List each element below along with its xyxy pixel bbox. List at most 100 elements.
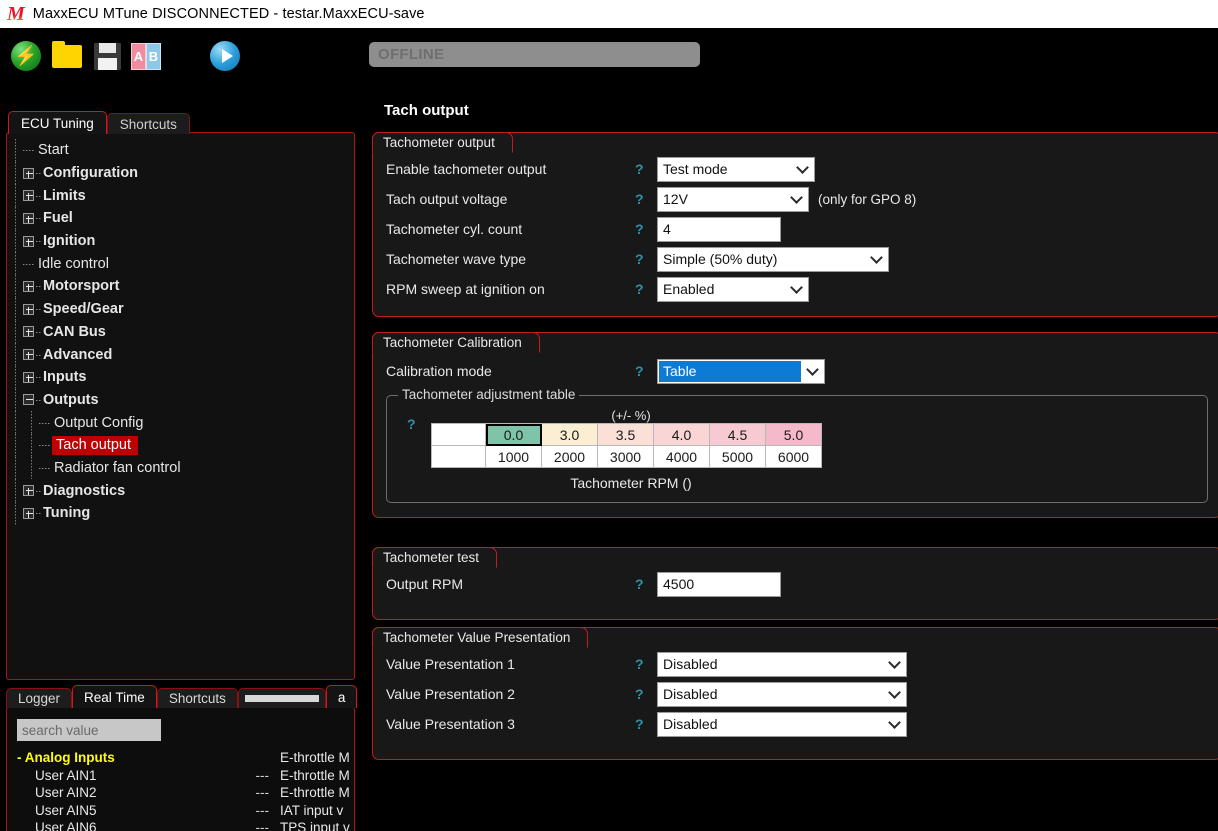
dock-tab-shortcuts[interactable]: Shortcuts: [156, 688, 238, 708]
calibration-mode-select[interactable]: Table: [657, 358, 825, 384]
field-help-icon[interactable]: ?: [635, 716, 657, 732]
adjustment-table-help-icon[interactable]: ?: [407, 416, 416, 432]
table-axis-cell[interactable]: 1000: [485, 445, 542, 468]
tree-item-fuel[interactable]: Fuel: [7, 207, 354, 230]
tree-item-diagnostics[interactable]: Diagnostics: [7, 479, 354, 502]
table-value-cell[interactable]: 5.0: [765, 423, 822, 446]
field-select[interactable]: Simple (50% duty): [657, 246, 889, 272]
tree-item-idle-control[interactable]: Idle control: [7, 252, 354, 275]
tree-item-ignition[interactable]: Ignition: [7, 229, 354, 253]
field-help-icon[interactable]: ?: [635, 191, 657, 207]
field-select[interactable]: 12V: [657, 186, 809, 212]
start-button[interactable]: [209, 40, 241, 72]
table-value-cell[interactable]: 4.0: [653, 423, 710, 446]
realtime-secondary-row[interactable]: E-throttle M: [280, 750, 354, 768]
realtime-row[interactable]: User AIN5 ---: [17, 803, 279, 821]
main-content-pane: OFFLINE Tach output Tachometer output En…: [362, 28, 1218, 831]
realtime-secondary-row[interactable]: IAT input v: [280, 803, 354, 821]
tab-ecu-tuning[interactable]: ECU Tuning: [8, 111, 107, 134]
dock-tab-logger[interactable]: Logger: [6, 688, 73, 708]
tachometer-test-caption: Tachometer test: [372, 547, 498, 568]
table-axis-cell[interactable]: 3000: [597, 445, 654, 468]
tree-item-limits[interactable]: Limits: [7, 184, 354, 207]
field-select[interactable]: Test mode: [657, 156, 815, 182]
open-file-button[interactable]: [51, 40, 83, 72]
dock-tab-a[interactable]: a: [325, 685, 358, 708]
tree-item-inputs[interactable]: Inputs: [7, 365, 354, 389]
tree-item-tuning[interactable]: Tuning: [7, 502, 354, 525]
tree-item-tach-output[interactable]: Tach output: [7, 433, 354, 457]
tree-item-advanced[interactable]: Advanced: [7, 343, 354, 366]
tree-expand-icon[interactable]: [23, 303, 34, 315]
field-help-icon[interactable]: ?: [635, 221, 657, 237]
field-row: Tach output voltage? 12V (only for GPO 8): [373, 184, 1218, 214]
tachometer-adjustment-table[interactable]: 0.0 3.0 3.5 4.0 4.5 5.0 1000 2000 3000 4000 5000 60…: [431, 423, 822, 468]
compare-button[interactable]: A B: [130, 40, 162, 72]
tree-item-radiator-fan-control[interactable]: Radiator fan control: [7, 456, 354, 480]
field-select[interactable]: Enabled: [657, 276, 809, 302]
dock-tab-real-time[interactable]: Real Time: [72, 685, 157, 708]
realtime-row[interactable]: User AIN1 ---: [17, 768, 279, 786]
tree-item-configuration[interactable]: Configuration: [7, 161, 354, 185]
table-value-cell[interactable]: 4.5: [709, 423, 766, 446]
field-label: Value Presentation 2: [386, 686, 515, 702]
tree-expand-icon[interactable]: [23, 485, 34, 497]
field-help-icon[interactable]: ?: [635, 686, 657, 702]
field-select[interactable]: Disabled: [657, 651, 907, 677]
dock-drag-handle[interactable]: [237, 688, 326, 708]
realtime-group-header[interactable]: - Analog Inputs: [17, 750, 279, 768]
realtime-secondary-row[interactable]: TPS input v: [280, 820, 354, 831]
tree-item-motorsport[interactable]: Motorsport: [7, 275, 354, 298]
table-units-label: (+/- %): [611, 408, 651, 423]
realtime-row[interactable]: User AIN6 ---: [17, 820, 279, 831]
field-select-wrap: Enabled: [657, 276, 809, 302]
tree-expand-icon[interactable]: [23, 371, 34, 383]
field-help-icon[interactable]: ?: [635, 576, 657, 592]
realtime-secondary-row[interactable]: E-throttle M: [280, 785, 354, 803]
tree-expand-icon[interactable]: [23, 280, 34, 292]
navigation-tree[interactable]: Start Configuration Limits Fuel Ignition Idle…: [6, 132, 355, 680]
table-axis-cell[interactable]: 6000: [765, 445, 822, 468]
table-axis-cell[interactable]: 4000: [653, 445, 710, 468]
connect-button[interactable]: ⚡: [10, 40, 42, 72]
field-help-icon[interactable]: ?: [635, 281, 657, 297]
field-input[interactable]: [657, 216, 781, 242]
field-help-icon[interactable]: ?: [635, 656, 657, 672]
field-input[interactable]: [657, 571, 781, 597]
tree-expand-icon[interactable]: [23, 507, 34, 519]
realtime-value-list[interactable]: - Analog Inputs User AIN1 --- User AIN2 --- U…: [17, 750, 279, 831]
tree-guide: [7, 433, 23, 457]
realtime-secondary-row[interactable]: E-throttle M: [280, 768, 354, 786]
search-input[interactable]: [17, 719, 161, 741]
table-value-cell[interactable]: 3.5: [597, 423, 654, 446]
drag-handle-icon[interactable]: [244, 695, 319, 702]
table-axis-cell[interactable]: 5000: [709, 445, 766, 468]
tree-item-can-bus[interactable]: CAN Bus: [7, 320, 354, 344]
window-title-bar: M MaxxECU MTune DISCONNECTED - testar.Ma…: [0, 0, 1218, 28]
tree-expand-icon[interactable]: [23, 212, 34, 224]
tree-item-start[interactable]: Start: [7, 139, 354, 162]
tree-item-output-config[interactable]: Output Config: [7, 411, 354, 434]
tree-expand-icon[interactable]: [23, 235, 34, 247]
tree-collapse-icon[interactable]: [23, 394, 34, 406]
tab-shortcuts[interactable]: Shortcuts: [106, 113, 190, 134]
tree-expand-icon[interactable]: [23, 190, 34, 202]
table-value-cell[interactable]: 3.0: [541, 423, 598, 446]
tree-item-speed-gear[interactable]: Speed/Gear: [7, 297, 354, 321]
save-file-button[interactable]: [91, 40, 123, 72]
calibration-mode-help-icon[interactable]: ?: [635, 363, 657, 379]
field-select[interactable]: Disabled: [657, 681, 907, 707]
table-axis-cell[interactable]: 2000: [541, 445, 598, 468]
field-select[interactable]: Disabled: [657, 711, 907, 737]
tree-expand-icon[interactable]: [23, 326, 34, 338]
realtime-row-name: User AIN1: [35, 767, 97, 783]
tree-expand-icon[interactable]: [23, 349, 34, 361]
field-help-icon[interactable]: ?: [635, 251, 657, 267]
tree-guide: [7, 365, 23, 389]
field-help-icon[interactable]: ?: [635, 161, 657, 177]
tree-expand-icon[interactable]: [23, 167, 34, 179]
table-value-cell[interactable]: 0.0: [485, 423, 542, 446]
realtime-secondary-column[interactable]: E-throttle M E-throttle M E-throttle M IAT …: [280, 750, 354, 831]
tree-item-outputs[interactable]: Outputs: [7, 388, 354, 412]
realtime-row[interactable]: User AIN2 ---: [17, 785, 279, 803]
